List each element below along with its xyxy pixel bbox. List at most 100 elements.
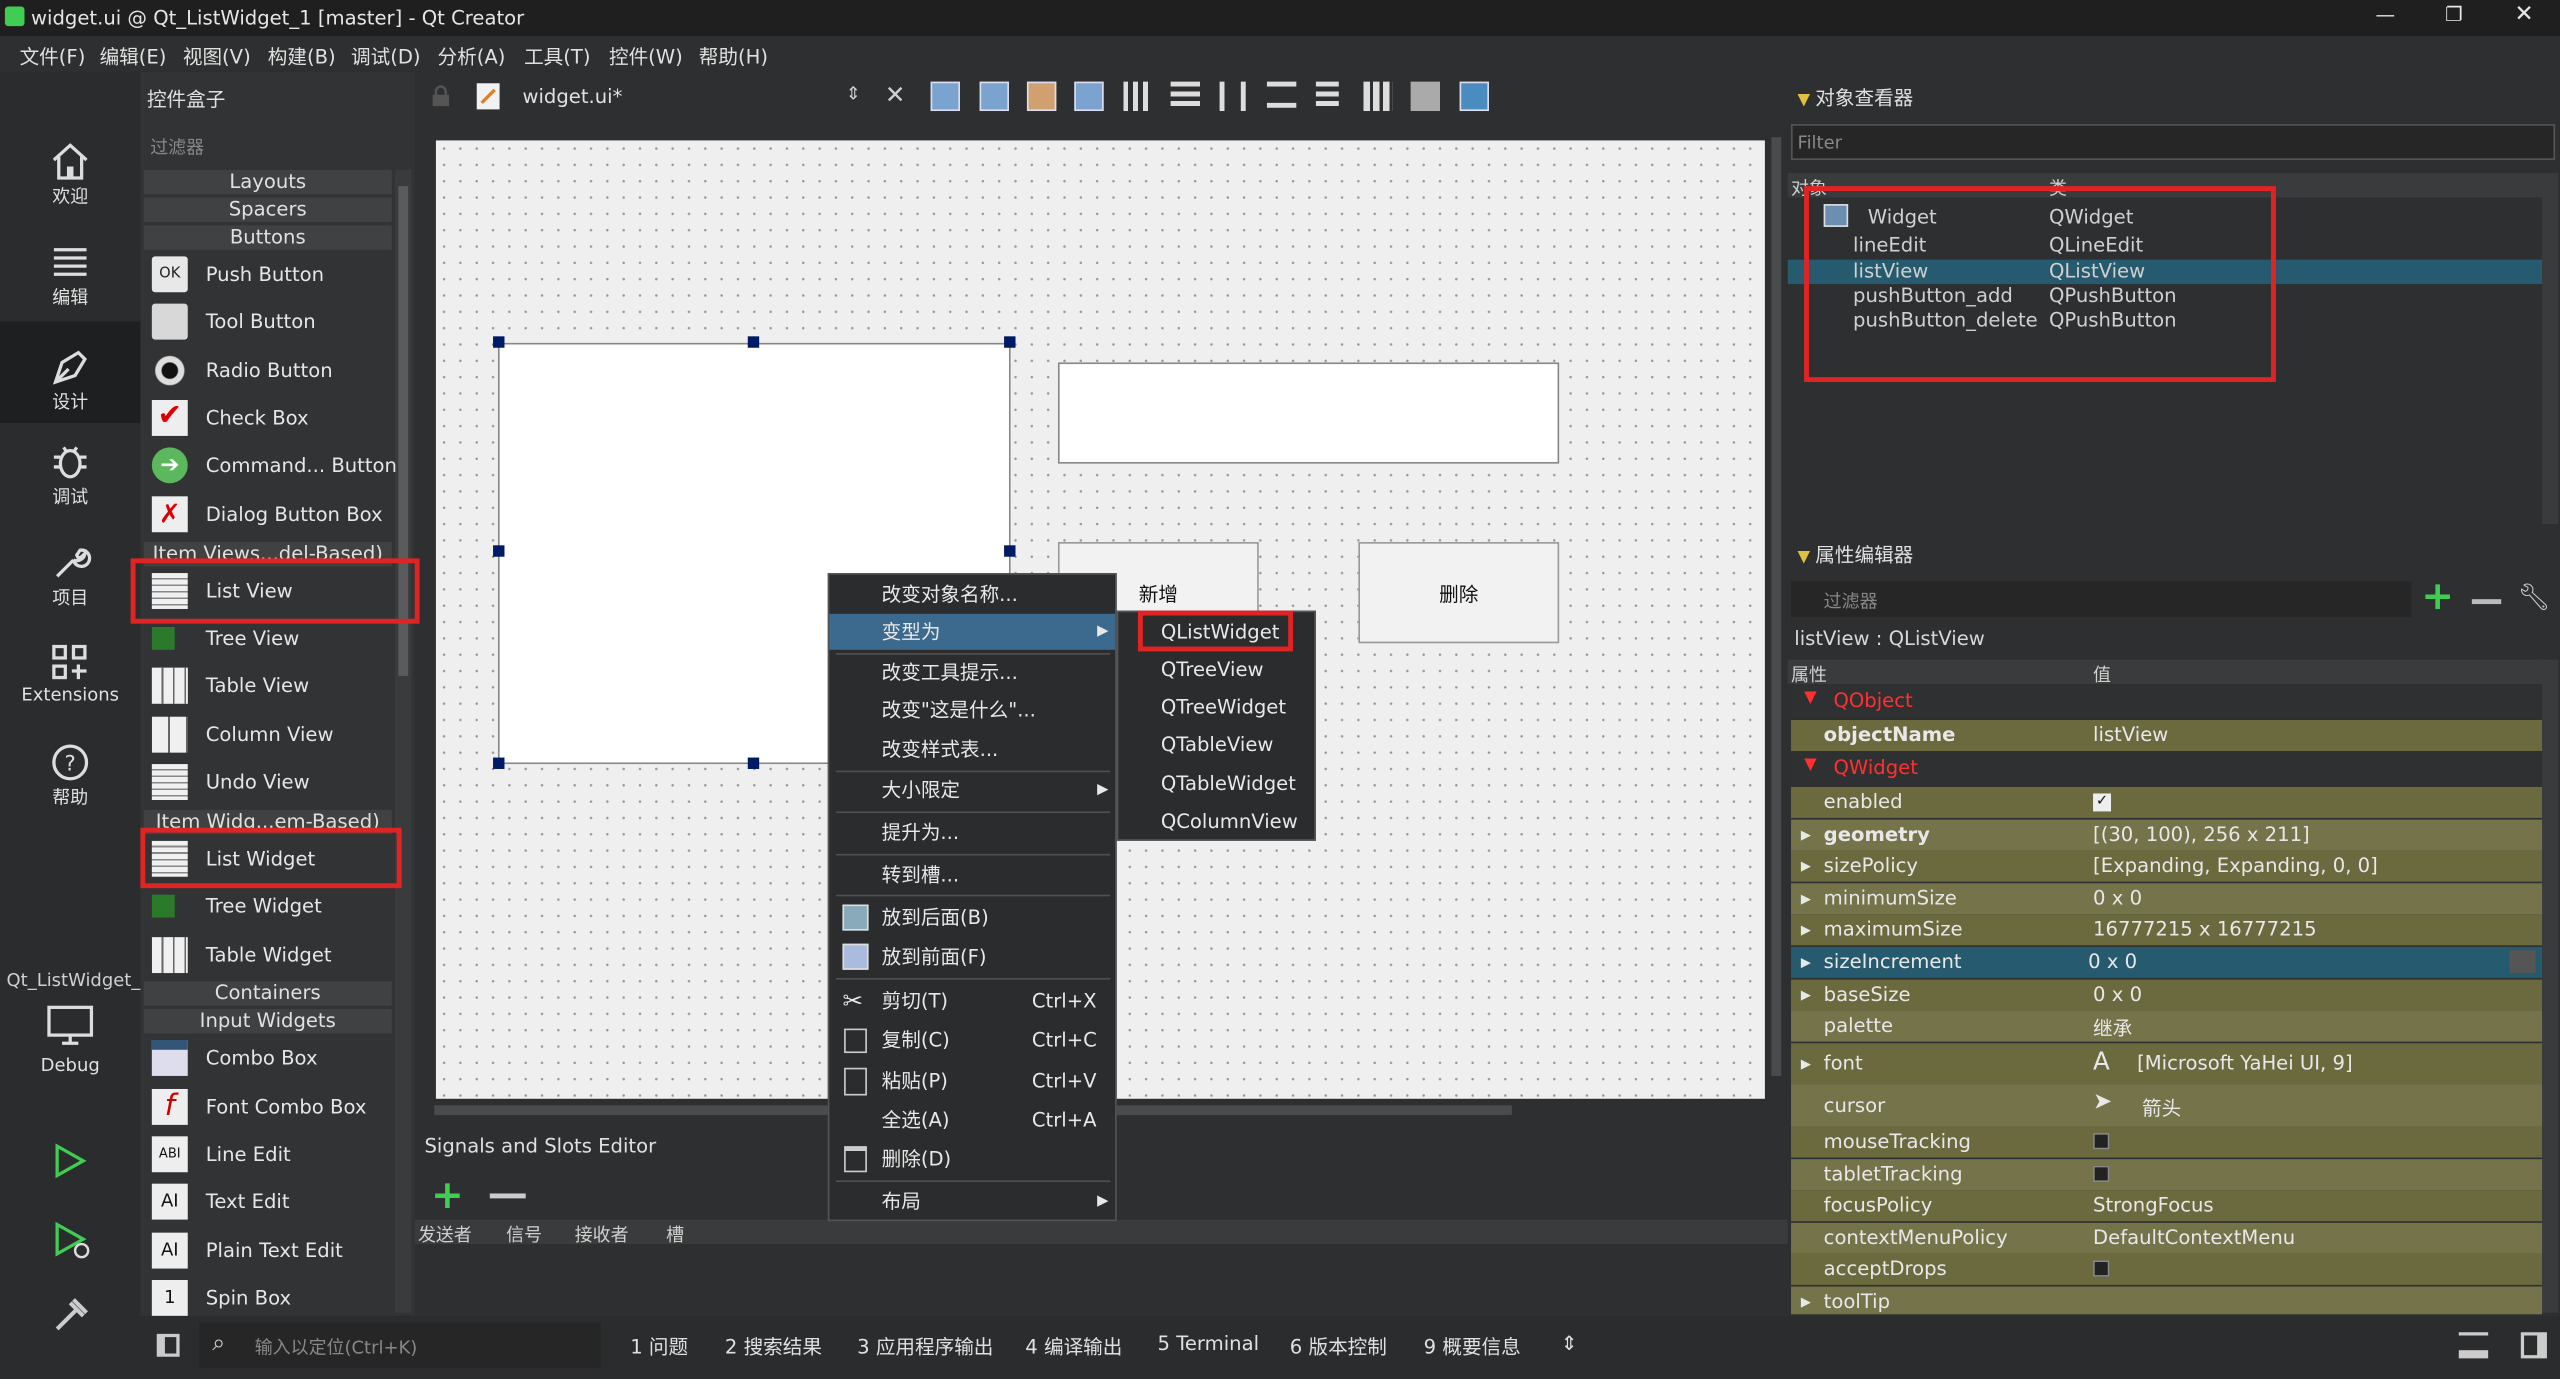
- break-layout-icon[interactable]: [1410, 81, 1440, 112]
- canvas-v-scrollbar[interactable]: [1766, 120, 1787, 1101]
- locator-box[interactable]: ⌕ 输入以定位(Ctrl+K): [199, 1322, 601, 1369]
- group-qwidget[interactable]: ▼ QWidget: [1791, 752, 2543, 786]
- menu-file[interactable]: 文件(F): [20, 42, 86, 70]
- layout-vertical-icon[interactable]: [1170, 81, 1200, 108]
- handle-mr[interactable]: [1004, 545, 1016, 557]
- tab-terminal[interactable]: 5 Terminal: [1158, 1332, 1260, 1355]
- prop-acceptdrops[interactable]: acceptDrops: [1791, 1253, 2543, 1285]
- remove-property-icon[interactable]: [2471, 599, 2502, 605]
- toggle-progress-icon[interactable]: [2458, 1332, 2489, 1359]
- col-sender[interactable]: 发送者: [418, 1221, 472, 1247]
- category-input-widgets[interactable]: Input Widgets: [143, 1008, 392, 1034]
- edit-signals-icon[interactable]: [979, 81, 1009, 112]
- handle-tm[interactable]: [747, 336, 760, 348]
- menu-change-whatsthis[interactable]: 改变"这是什么"...: [829, 692, 1115, 728]
- prop-contextmenupolicy[interactable]: contextMenuPolicy DefaultContextMenu: [1791, 1222, 2543, 1254]
- menu-bring-to-front[interactable]: 放到前面(F): [829, 939, 1115, 975]
- prop-mousetracking[interactable]: mouseTracking: [1791, 1126, 2543, 1158]
- menu-change-tooltip[interactable]: 改变工具提示...: [829, 655, 1115, 691]
- edit-widgets-icon[interactable]: [930, 81, 960, 112]
- menu-delete[interactable]: 删除(D): [829, 1141, 1115, 1177]
- mode-design[interactable]: 设计: [0, 321, 141, 423]
- enabled-checkbox[interactable]: ✓: [2093, 793, 2112, 812]
- configure-wrench-icon[interactable]: 🔧︎: [2518, 581, 2551, 612]
- morph-qcolumnview[interactable]: QColumnView: [1118, 803, 1314, 841]
- tab-issues[interactable]: 1 问题: [630, 1332, 688, 1360]
- layout-grid-icon[interactable]: [1363, 81, 1393, 112]
- tab-version-control[interactable]: 6 版本控制: [1290, 1332, 1387, 1360]
- menu-select-all[interactable]: 全选(A) Ctrl+A: [829, 1102, 1115, 1138]
- more-tabs-arrows-icon[interactable]: ⇕: [1561, 1332, 1577, 1355]
- handle-bm[interactable]: [747, 757, 760, 769]
- menu-edit[interactable]: 编辑(E): [100, 42, 167, 70]
- edit-buddies-icon[interactable]: [1026, 81, 1057, 112]
- menu-analyze[interactable]: 分析(A): [438, 42, 506, 70]
- menu-view[interactable]: 视图(V): [183, 42, 251, 70]
- prop-enabled[interactable]: enabled ✓: [1791, 786, 2543, 818]
- category-containers[interactable]: Containers: [143, 981, 392, 1006]
- collapse-arrow-icon[interactable]: ▼: [1798, 91, 1816, 109]
- group-qobject[interactable]: ▼ QObject: [1791, 685, 2543, 719]
- prop-minimumsize[interactable]: ▶ minimumSize 0 x 0: [1791, 883, 2543, 915]
- build-hammer-icon[interactable]: [51, 1293, 93, 1335]
- debug-run-icon[interactable]: [51, 1220, 93, 1262]
- prop-geometry[interactable]: ▶ geometry [(30, 100), 256 x 211]: [1791, 819, 2543, 851]
- col-receiver[interactable]: 接收者: [575, 1221, 629, 1247]
- widget-box-filter[interactable]: 过滤器: [150, 134, 204, 160]
- close-button[interactable]: ✕: [2509, 2, 2538, 31]
- handle-bl[interactable]: [493, 757, 505, 769]
- mousetracking-checkbox[interactable]: [2093, 1133, 2110, 1150]
- handle-tl[interactable]: [493, 336, 505, 348]
- prop-sizeincrement[interactable]: ▶ sizeIncrement 0 x 0: [1791, 946, 2543, 978]
- tab-app-output[interactable]: 3 应用程序输出: [857, 1332, 993, 1360]
- menu-cut[interactable]: ✂ 剪切(T) Ctrl+X: [829, 983, 1115, 1019]
- menu-morph-into[interactable]: 变型为 ▶: [829, 613, 1116, 650]
- prop-focuspolicy[interactable]: focusPolicy StrongFocus: [1791, 1190, 2543, 1222]
- menu-widgets[interactable]: 控件(W): [609, 42, 683, 70]
- object-filter-input[interactable]: Filter: [1791, 124, 2556, 160]
- handle-ml[interactable]: [493, 545, 505, 557]
- mode-help[interactable]: ? 帮助: [0, 741, 140, 839]
- line-edit-widget[interactable]: [1057, 362, 1560, 464]
- mode-extensions[interactable]: Extensions: [0, 642, 140, 740]
- toggle-right-sidebar-icon[interactable]: [2520, 1332, 2547, 1359]
- layout-h-splitter-icon[interactable]: [1219, 81, 1246, 112]
- locator-input[interactable]: 输入以定位(Ctrl+K): [255, 1334, 418, 1360]
- add-property-icon[interactable]: +: [2421, 576, 2454, 615]
- prop-objectname[interactable]: objectName listView: [1791, 719, 2543, 752]
- maximize-button[interactable]: ❐: [2439, 3, 2468, 32]
- add-connection-icon[interactable]: +: [431, 1176, 464, 1215]
- menu-size-constraints[interactable]: 大小限定 ▶: [829, 772, 1115, 808]
- prop-font[interactable]: ▶ font A [Microsoft YaHei UI, 9]: [1791, 1043, 2543, 1085]
- layout-horizontal-icon[interactable]: [1123, 81, 1150, 112]
- property-editor-scrollbar[interactable]: [2542, 659, 2559, 1313]
- prop-palette[interactable]: palette 继承: [1791, 1010, 2543, 1042]
- layout-v-splitter-icon[interactable]: [1266, 81, 1297, 108]
- collapse-arrow-icon[interactable]: ▼: [1798, 549, 1816, 567]
- widget-box-scrollbar[interactable]: [395, 169, 412, 1313]
- menu-layout[interactable]: 布局 ▶: [829, 1184, 1115, 1220]
- menu-copy[interactable]: 复制(C) Ctrl+C: [829, 1022, 1115, 1058]
- kit-selector[interactable]: Debug: [0, 1002, 140, 1100]
- menu-go-to-slot[interactable]: 转到槽...: [829, 857, 1115, 893]
- menu-tools[interactable]: 工具(T): [524, 42, 590, 70]
- property-filter-input[interactable]: 过滤器: [1791, 581, 2412, 618]
- object-inspector-scrollbar[interactable]: [2542, 173, 2559, 525]
- reset-value-icon[interactable]: [2509, 950, 2536, 974]
- mode-project[interactable]: 项目: [0, 542, 140, 640]
- prop-cursor[interactable]: cursor ➤ 箭头: [1791, 1084, 2543, 1127]
- open-file-name[interactable]: widget.ui*: [522, 85, 622, 108]
- mode-debug[interactable]: 调试: [0, 441, 140, 539]
- acceptdrops-checkbox[interactable]: [2093, 1260, 2110, 1277]
- menu-paste[interactable]: 粘贴(P) Ctrl+V: [829, 1063, 1115, 1099]
- prop-basesize[interactable]: ▶ baseSize 0 x 0: [1791, 979, 2543, 1011]
- menu-send-to-back[interactable]: 放到后面(B): [829, 900, 1115, 936]
- adjust-size-icon[interactable]: [1459, 81, 1489, 112]
- tab-compile-output[interactable]: 4 编译输出: [1025, 1332, 1122, 1360]
- run-icon[interactable]: [51, 1141, 90, 1180]
- col-signal[interactable]: 信号: [506, 1221, 542, 1247]
- toggle-sidebar-icon[interactable]: [156, 1333, 180, 1357]
- morph-qtableview[interactable]: QTableView: [1118, 727, 1314, 765]
- morph-qtreewidget[interactable]: QTreeWidget: [1118, 689, 1314, 727]
- category-spacers[interactable]: Spacers: [143, 197, 392, 223]
